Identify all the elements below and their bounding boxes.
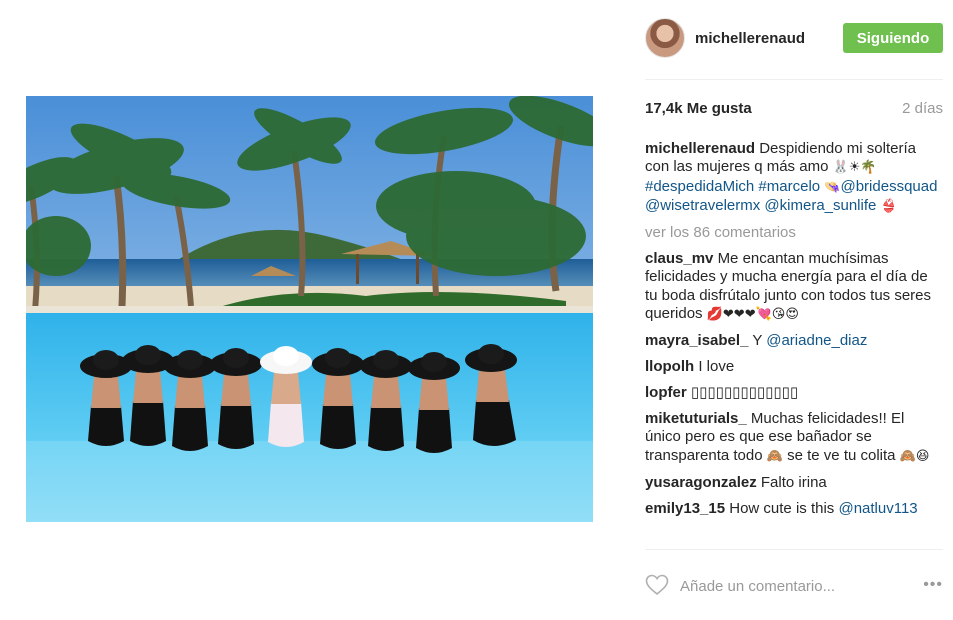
mention-bridessquad[interactable]: @bridessquad	[840, 178, 937, 195]
header-divider	[645, 79, 943, 80]
comment-item: yusaragonzalez Falto irina	[645, 474, 943, 492]
more-options-icon[interactable]: •••	[923, 576, 943, 594]
comment-emoji: 🙈	[766, 448, 783, 464]
following-button[interactable]: Siguiendo	[843, 23, 943, 53]
comment-item: emily13_15 How cute is this @natluv113	[645, 500, 943, 518]
comments-divider	[645, 549, 943, 550]
mention-ariadne[interactable]: @ariadne_diaz	[766, 332, 867, 349]
comment-username[interactable]: lopfer	[645, 384, 687, 401]
comment-username[interactable]: miketuturials_	[645, 410, 747, 427]
add-comment-row: •••	[645, 572, 943, 602]
add-comment-input[interactable]	[680, 575, 900, 597]
caption-emoji: 🐰☀🌴	[832, 160, 877, 176]
photo-scene	[26, 96, 593, 522]
comment-username[interactable]: emily13_15	[645, 500, 725, 517]
hashtag-despedida[interactable]: #despedidaMich	[645, 178, 754, 195]
comments-list: michellerenaud Despidiendo mi soltería c…	[645, 140, 943, 525]
comment-username[interactable]: yusaragonzalez	[645, 474, 757, 491]
mention-kimera[interactable]: @kimera_sunlife	[764, 197, 876, 214]
view-all-comments-link[interactable]: ver los 86 comentarios	[645, 224, 943, 242]
comment-text: How cute is this	[729, 499, 835, 517]
likes-count[interactable]: 17,4k Me gusta	[645, 100, 752, 117]
comment-text: I love	[698, 358, 735, 376]
heart-icon[interactable]	[645, 574, 669, 596]
post-header: michellerenaud Siguiendo	[645, 16, 943, 62]
comment-item: lopfer ▯▯▯▯▯▯▯▯▯▯▯▯▯	[645, 384, 943, 402]
caption-username[interactable]: michellerenaud	[645, 140, 755, 157]
caption: michellerenaud Despidiendo mi soltería c…	[645, 140, 943, 217]
post-time[interactable]: 2 días	[902, 100, 943, 117]
stats-row: 17,4k Me gusta 2 días	[645, 100, 943, 122]
comment-username[interactable]: claus_mv	[645, 250, 713, 267]
comment-emoji: 🙈😆	[899, 448, 930, 464]
comment-item: llopolh I love	[645, 358, 943, 376]
post-photo[interactable]	[26, 96, 593, 522]
comment-username[interactable]: mayra_isabel_	[645, 332, 748, 349]
post-details-panel: michellerenaud Siguiendo 17,4k Me gusta …	[645, 0, 943, 620]
comment-text: Falto irina	[760, 473, 827, 491]
comment-text: Y	[752, 332, 763, 350]
comment-text-2: se te ve tu colita	[787, 446, 896, 464]
comment-text: ▯▯▯▯▯▯▯▯▯▯▯▯▯	[690, 383, 799, 401]
comment-username[interactable]: llopolh	[645, 358, 694, 375]
avatar[interactable]	[645, 18, 685, 58]
comment-emoji: 💋❤❤❤💘😘😍	[706, 307, 799, 323]
mention-wisetravelermx[interactable]: @wisetravelermx	[645, 197, 760, 214]
hat-emoji: 👒	[824, 179, 841, 195]
comment-item: miketuturials_ Muchas felicidades!! El ú…	[645, 410, 943, 466]
header-username[interactable]: michellerenaud	[695, 30, 805, 47]
mention-natluv[interactable]: @natluv113	[838, 500, 917, 517]
hashtag-marcelo[interactable]: #marcelo	[758, 178, 820, 195]
comment-item: claus_mv Me encantan muchísimas felicida…	[645, 250, 943, 325]
bikini-emoji: 👙	[880, 199, 897, 215]
comment-item: mayra_isabel_ Y @ariadne_diaz	[645, 332, 943, 350]
